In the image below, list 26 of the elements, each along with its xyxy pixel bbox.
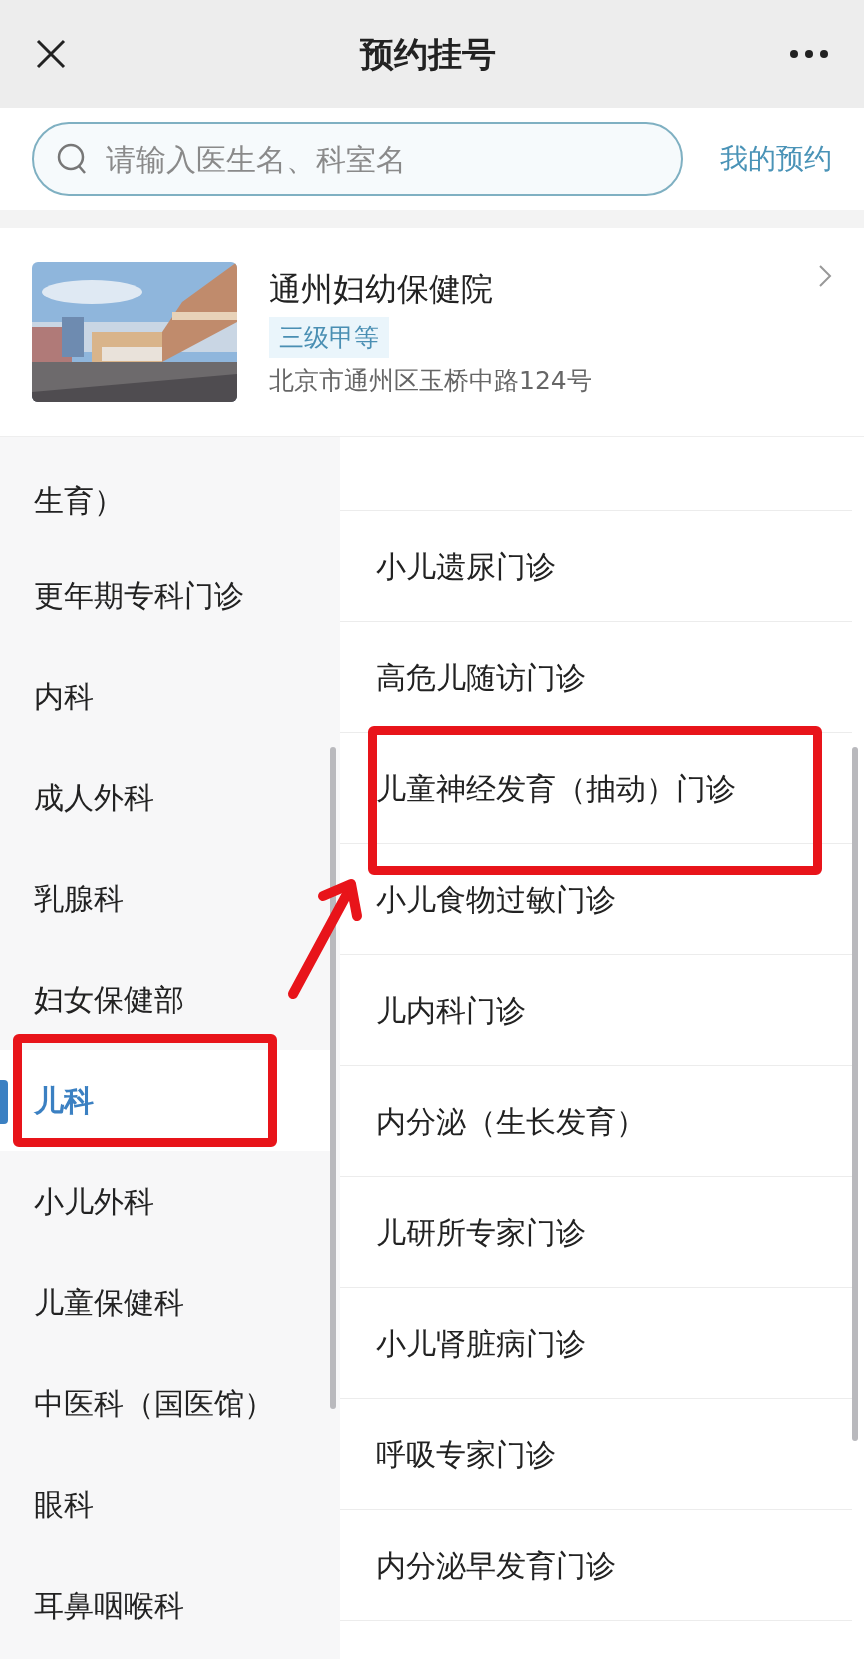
clinic-item[interactable]: 小儿遗尿门诊 [340, 511, 852, 622]
department-item[interactable]: 妇女保健部 [0, 949, 330, 1050]
clinic-item[interactable]: 高危儿随访门诊 [340, 622, 852, 733]
department-item[interactable]: 耳鼻咽喉科 [0, 1555, 330, 1656]
search-field[interactable]: 请输入医生名、科室名 [32, 122, 683, 196]
department-item[interactable]: 更年期专科门诊 [0, 545, 330, 646]
clinic-item[interactable]: 呼吸专家门诊 [340, 1399, 852, 1510]
department-item[interactable]: 中医科（国医馆） [0, 1353, 330, 1454]
search-icon [56, 142, 88, 176]
department-item[interactable]: 儿童保健科 [0, 1252, 330, 1353]
department-item[interactable]: 成人外科 [0, 747, 330, 848]
department-item[interactable]: 内科 [0, 646, 330, 747]
hospital-card[interactable]: 通州妇幼保健院 三级甲等 北京市通州区玉桥中路124号 [0, 228, 864, 437]
clinic-item[interactable]: 内分泌早发育门诊 [340, 1510, 852, 1621]
department-item[interactable]: 小儿外科 [0, 1151, 330, 1252]
hospital-address: 北京市通州区玉桥中路124号 [269, 365, 593, 397]
chevron-right-icon [818, 264, 832, 288]
close-icon[interactable] [36, 39, 66, 69]
page-title: 预约挂号 [360, 32, 496, 76]
department-item[interactable]: 眼科 [0, 1454, 330, 1555]
more-icon[interactable] [790, 50, 828, 58]
hospital-grade-tag: 三级甲等 [269, 316, 389, 358]
department-item[interactable]: 生育） [0, 437, 330, 545]
hospital-name: 通州妇幼保健院 [269, 268, 494, 310]
selection-indicator [0, 1080, 8, 1124]
department-item[interactable]: 乳腺科 [0, 848, 330, 949]
